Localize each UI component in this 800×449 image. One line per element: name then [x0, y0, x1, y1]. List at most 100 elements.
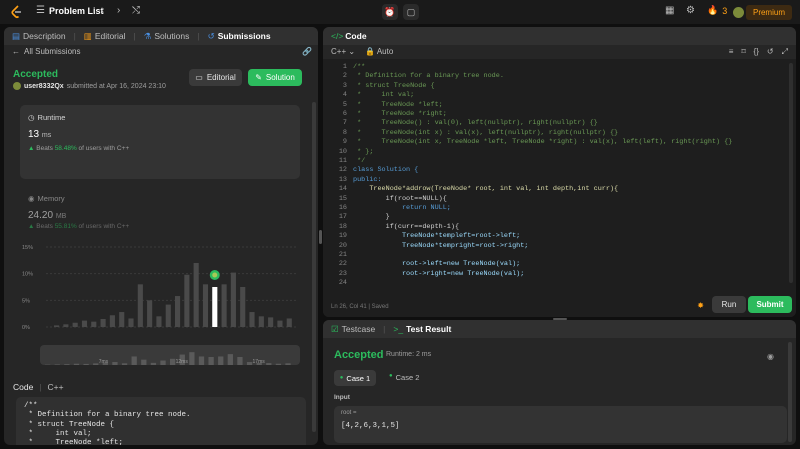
terminal-icon: >_: [393, 324, 404, 334]
chart-bar[interactable]: [72, 322, 78, 327]
left-panel-scrollbar[interactable]: [312, 102, 316, 432]
case-2-tab[interactable]: ● Case 2: [389, 373, 419, 382]
mini-chart-bar: [227, 354, 233, 365]
tab-test-result[interactable]: >_ Test Result: [393, 324, 451, 334]
layout-grid-icon[interactable]: ▦: [665, 5, 674, 16]
chart-bar[interactable]: [175, 296, 181, 327]
pass-dot-icon: ●: [339, 375, 344, 381]
code-icon: </>: [331, 31, 344, 41]
share-link-icon[interactable]: 🔗: [302, 47, 312, 56]
test-panel-scrollbar[interactable]: [788, 342, 792, 442]
mini-chart-bar: [141, 359, 147, 365]
leetcode-logo-icon[interactable]: [10, 5, 24, 19]
runtime-distribution-chart[interactable]: 15%10%5%0%7ms12ms17ms: [20, 241, 304, 333]
settings-gear-icon[interactable]: ⚙: [686, 5, 695, 16]
chart-bar[interactable]: [184, 274, 190, 327]
mini-chart-bar: [266, 363, 272, 365]
line-number: 1: [342, 63, 347, 71]
y-tick-label: 0%: [22, 325, 30, 331]
code-line: * TreeNode *right;: [353, 110, 447, 118]
mini-chart-bar: [131, 356, 137, 365]
run-button[interactable]: Run: [712, 296, 746, 313]
chart-bar[interactable]: [249, 312, 255, 327]
eye-icon[interactable]: ◉: [767, 352, 774, 361]
shuffle-icon[interactable]: ⤭: [132, 5, 140, 16]
format-icon[interactable]: ≡: [729, 47, 734, 57]
chart-bar[interactable]: [156, 316, 162, 327]
mini-chart-bar: [150, 362, 157, 365]
tab-editorial[interactable]: ▥ Editorial: [84, 31, 126, 42]
chart-bar[interactable]: [137, 284, 143, 327]
runtime-card[interactable]: ◷ Runtime 13 ms ▲ Beats 58.48% of users …: [20, 105, 300, 179]
submit-button[interactable]: Submit: [748, 296, 792, 313]
editor-actions: ≡ ⌑ {} ↺ ⤢: [729, 47, 788, 57]
submission-status: Accepted: [13, 69, 59, 80]
next-problem-icon[interactable]: ›: [117, 5, 120, 16]
code-editor[interactable]: 1 /** 2 * Definition for a binary tree nod…: [323, 59, 796, 317]
braces-icon[interactable]: {}: [754, 47, 759, 57]
code-line: * Definition for a binary tree node.: [24, 411, 191, 420]
fullscreen-icon[interactable]: ⤢: [782, 47, 788, 57]
submitter-name[interactable]: user8332Qx: [24, 83, 64, 90]
chart-range-slider[interactable]: 7ms 12ms 17ms: [40, 345, 300, 365]
timer-icon[interactable]: ⏰: [382, 4, 398, 20]
chart-bar[interactable]: [193, 263, 199, 327]
editor-scrollbar[interactable]: [789, 63, 793, 283]
case-1-tab[interactable]: ● Case 1: [334, 370, 376, 386]
book-icon: ▭: [195, 73, 203, 82]
chart-bar[interactable]: [165, 304, 171, 327]
memory-card[interactable]: ◉ Memory 24.20 MB ▲ Beats 55.81% of user…: [28, 194, 129, 230]
line-number: 7: [342, 119, 347, 128]
solution-button[interactable]: ✎ Solution: [248, 69, 302, 86]
line-number: 17: [338, 213, 347, 222]
problem-list-link[interactable]: ☰ Problem List: [36, 5, 103, 16]
chart-bar[interactable]: [54, 325, 60, 327]
user-avatar[interactable]: [733, 7, 744, 18]
editorial-button[interactable]: ▭ Editorial: [189, 69, 242, 86]
code-line: */: [353, 157, 366, 165]
chart-bar[interactable]: [109, 315, 115, 327]
chart-bar[interactable]: [147, 300, 153, 327]
premium-button[interactable]: Premium: [745, 5, 792, 20]
debug-icon[interactable]: ✸: [697, 301, 704, 310]
streak-counter[interactable]: 🔥 3: [707, 5, 727, 16]
editorial-icon: ▥: [83, 30, 92, 41]
reset-icon[interactable]: ↺: [767, 47, 774, 57]
mini-chart-bar: [73, 363, 80, 365]
input-label: Input: [334, 394, 350, 401]
tab-solutions[interactable]: ⚗ Solutions: [144, 31, 190, 42]
tab-submissions[interactable]: ↺ Submissions: [208, 31, 271, 42]
horizontal-resize-handle[interactable]: [553, 318, 567, 320]
all-submissions-link[interactable]: ← All Submissions: [12, 47, 80, 56]
auto-mode[interactable]: 🔒 Auto: [365, 47, 393, 56]
chart-bar[interactable]: [221, 284, 227, 327]
chart-bar[interactable]: [91, 321, 97, 327]
chart-bar[interactable]: [128, 318, 134, 327]
prev-problem-icon[interactable]: ‹: [101, 5, 104, 16]
code-line: * Definition for a binary tree node.: [353, 72, 504, 81]
code-line: /**: [353, 63, 366, 71]
code-line: * TreeNode(int x, TreeNode *left, TreeNo…: [353, 138, 733, 147]
chart-bar[interactable]: [81, 320, 88, 327]
bookmark-icon[interactable]: ⌑: [741, 47, 745, 57]
chart-bar[interactable]: [202, 284, 209, 327]
chart-bar[interactable]: [119, 312, 125, 327]
chart-bar[interactable]: [240, 287, 246, 327]
notes-icon[interactable]: ▢: [403, 4, 419, 20]
memory-label-row: ◉ Memory: [28, 194, 65, 203]
submitted-code-block[interactable]: /** * Definition for a binary tree node.…: [16, 397, 306, 445]
language-select[interactable]: C++ ⌄: [331, 47, 355, 56]
chart-bar[interactable]: [258, 316, 264, 327]
chart-bar[interactable]: [230, 272, 236, 327]
tab-testcase[interactable]: ☑ Testcase: [331, 324, 375, 335]
vertical-resize-handle[interactable]: [319, 230, 322, 244]
chart-bar[interactable]: [63, 324, 69, 327]
chart-bar[interactable]: [277, 320, 283, 327]
chart-bar[interactable]: [268, 317, 274, 327]
clock-icon: ◷: [28, 113, 35, 122]
chart-bar[interactable]: [100, 319, 106, 327]
chart-bar-highlighted[interactable]: [212, 287, 218, 327]
code-line: * };: [353, 147, 374, 156]
chart-bar[interactable]: [286, 318, 292, 327]
tab-description[interactable]: ▤ Description: [12, 31, 66, 42]
